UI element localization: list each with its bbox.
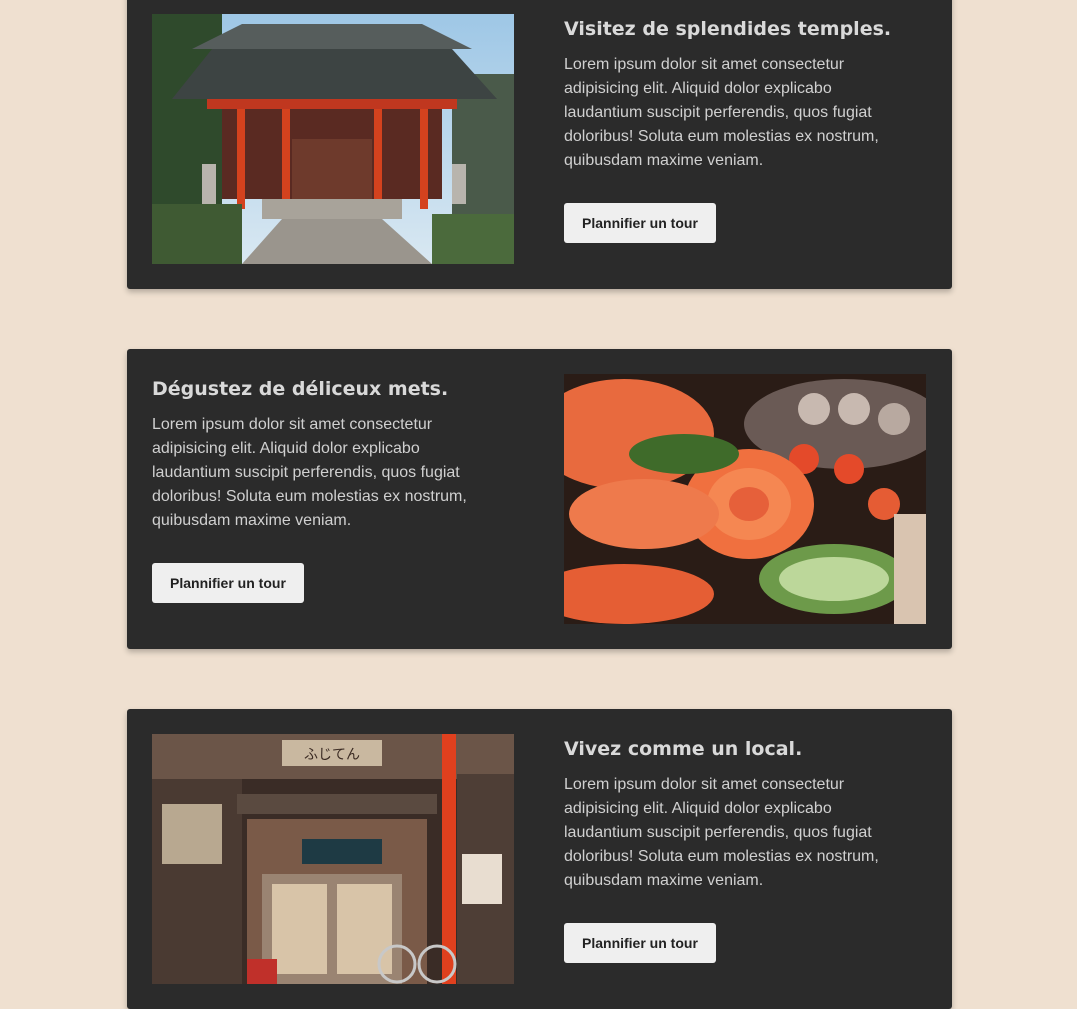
card-title: Dégustez de déliceux mets. (152, 378, 449, 400)
plan-tour-button[interactable]: Plannifier un tour (152, 563, 304, 603)
card-description: Lorem ipsum dolor sit amet consectetur a… (564, 776, 879, 889)
card-title: Visitez de splendides temples. (564, 18, 892, 40)
feature-card-food: Dégustez de déliceux mets. Lorem ipsum d… (127, 349, 952, 649)
card-text-block: Dégustez de déliceux mets. Lorem ipsum d… (152, 377, 492, 533)
sushi-photo (564, 374, 926, 624)
card-description: Lorem ipsum dolor sit amet consectetur a… (152, 416, 467, 529)
card-text-block: Vivez comme un local. Lorem ipsum dolor … (564, 737, 904, 893)
card-text-block: Visitez de splendides temples. Lorem ips… (564, 17, 904, 173)
feature-card-temples: Visitez de splendides temples. Lorem ips… (127, 0, 952, 289)
feature-card-local-life: ふじてん Vivez comme un local. Lorem ipsum d… (127, 709, 952, 1009)
shop-sign-text: ふじてん (304, 747, 360, 763)
card-title: Vivez comme un local. (564, 738, 803, 760)
temple-photo (152, 14, 514, 264)
plan-tour-button[interactable]: Plannifier un tour (564, 923, 716, 963)
street-shop-photo: ふじてん (152, 734, 514, 984)
plan-tour-button[interactable]: Plannifier un tour (564, 203, 716, 243)
card-description: Lorem ipsum dolor sit amet consectetur a… (564, 56, 879, 169)
